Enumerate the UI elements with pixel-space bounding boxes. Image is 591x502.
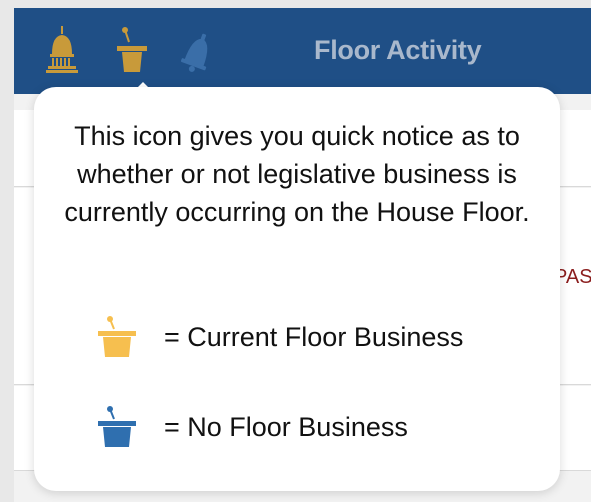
podium-icon: [92, 315, 142, 359]
nav-bar: Floor Activity: [14, 8, 591, 94]
legend-label: = No Floor Business: [164, 412, 408, 442]
page-title: Floor Activity: [314, 35, 482, 65]
capitol-icon[interactable]: [44, 24, 80, 76]
legend-label: = Current Floor Business: [164, 322, 464, 352]
podium-icon: [92, 405, 142, 449]
popover-description: This icon gives you quick notice as to w…: [64, 121, 530, 227]
info-popover: This icon gives you quick notice as to w…: [34, 87, 560, 491]
bell-icon[interactable]: [180, 24, 216, 76]
podium-icon[interactable]: [114, 24, 150, 76]
